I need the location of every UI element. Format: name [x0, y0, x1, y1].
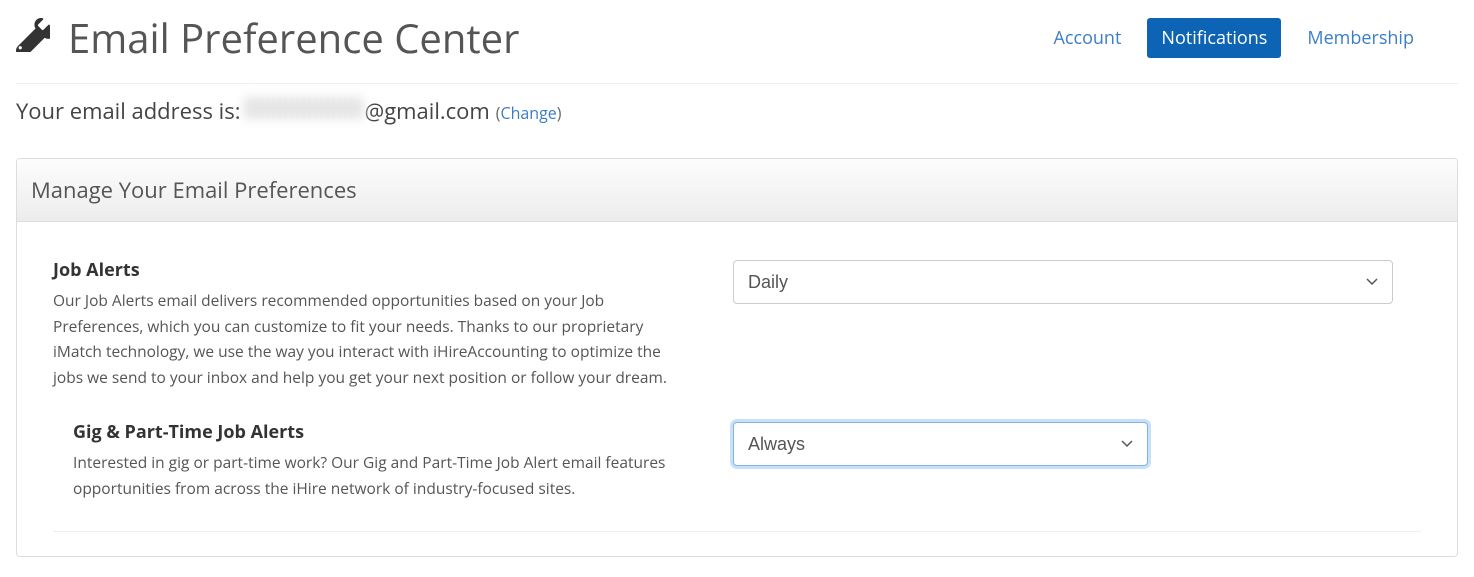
tab-account[interactable]: Account: [1039, 18, 1135, 58]
change-wrap: (Change): [496, 102, 562, 124]
pref-row-gig-alerts: Gig & Part-Time Job Alerts Interested in…: [53, 420, 1421, 532]
gig-alerts-desc: Interested in gig or part-time work? Our…: [73, 450, 693, 501]
email-local-obscured: [245, 97, 365, 119]
gig-alerts-select[interactable]: Always: [733, 422, 1148, 466]
tab-membership[interactable]: Membership: [1293, 18, 1428, 58]
email-line: Your email address is: @gmail.com (Chang…: [16, 96, 1458, 126]
job-alerts-desc: Our Job Alerts email delivers recommende…: [53, 288, 693, 390]
panel-header: Manage Your Email Preferences: [17, 159, 1457, 222]
tab-notifications[interactable]: Notifications: [1147, 18, 1281, 58]
page-title: Email Preference Center: [68, 10, 519, 65]
wrench-icon: [16, 18, 50, 57]
job-alerts-title: Job Alerts: [53, 258, 693, 282]
preferences-panel: Manage Your Email Preferences Job Alerts…: [16, 158, 1458, 557]
gig-alerts-title: Gig & Part-Time Job Alerts: [73, 420, 693, 444]
tabs: Account Notifications Membership: [1039, 18, 1458, 58]
change-email-link[interactable]: Change: [501, 102, 557, 124]
email-prefix: Your email address is:: [16, 96, 241, 126]
pref-row-job-alerts: Job Alerts Our Job Alerts email delivers…: [53, 258, 1421, 420]
job-alerts-select[interactable]: Daily: [733, 260, 1393, 304]
email-domain: @gmail.com: [365, 96, 490, 126]
